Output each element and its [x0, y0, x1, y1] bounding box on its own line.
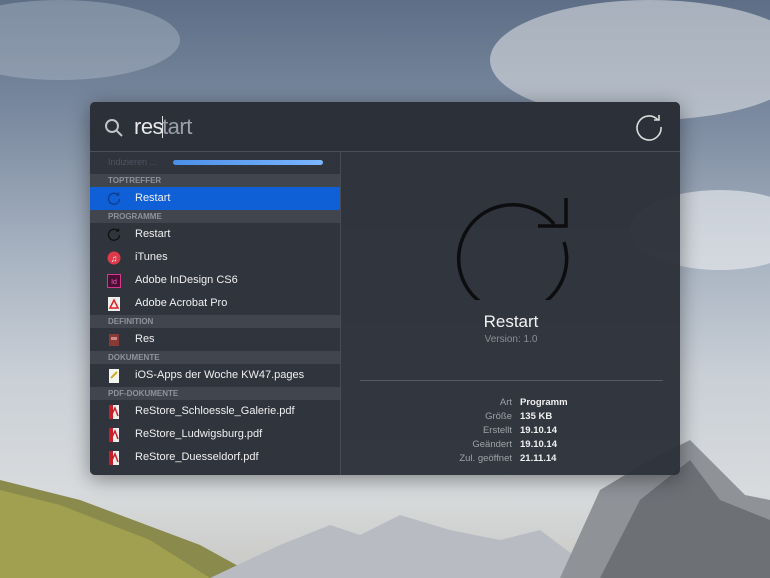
result-label: Restart: [135, 228, 171, 240]
preview-pane: Restart Version: 1.0 Art Programm Größe 135…: [342, 152, 680, 475]
result-item[interactable]: Restart: [90, 223, 340, 246]
indexing-label: Indizieren ...: [108, 157, 158, 167]
svg-text:♫: ♫: [111, 254, 118, 264]
search-bar[interactable]: restart: [90, 102, 680, 152]
autocomplete-text: tart: [162, 114, 192, 139]
result-label: Adobe InDesign CS6: [135, 274, 238, 286]
result-label: Restart: [135, 192, 171, 204]
result-item[interactable]: ReStore_Ludwigsburg.pdf: [90, 423, 340, 446]
result-item[interactable]: Id Adobe InDesign CS6: [90, 269, 340, 292]
result-label: Res: [135, 333, 155, 345]
indesign-icon: Id: [107, 274, 121, 288]
typed-text: res: [134, 114, 164, 139]
section-header: DEFINITION: [90, 315, 340, 328]
detail-key: Erstellt: [482, 425, 512, 436]
divider: [360, 380, 663, 381]
section-header: PDF-DOKUMENTE: [90, 387, 340, 400]
result-item[interactable]: Restart: [90, 187, 340, 210]
restart-icon: [107, 192, 121, 206]
preview-details: Art Programm Größe 135 KB Erstellt 19.10.14 Ge…: [342, 397, 680, 467]
result-label: ReStore_Schloessle_Galerie.pdf: [135, 405, 295, 417]
pdf-icon: [107, 428, 121, 442]
results-list: Indizieren ... TOPTREFFER Restart PROGRAMM…: [90, 152, 341, 475]
pages-doc-icon: [107, 369, 121, 383]
search-input[interactable]: restart: [134, 114, 192, 140]
detail-row: Zul. geöffnet 21.11.14: [342, 453, 680, 467]
detail-value: 19.10.14: [520, 425, 557, 436]
spotlight-window: restart Indizieren ... TOPTREFFER Restart…: [90, 102, 680, 475]
preview-version: Version: 1.0: [484, 334, 538, 345]
result-label: ReStore_Duesseldorf.pdf: [135, 451, 259, 463]
restart-app-icon-large: [456, 198, 569, 300]
detail-value: Programm: [520, 397, 568, 408]
result-label: ReStore_Ludwigsburg.pdf: [135, 428, 263, 440]
detail-value: 21.11.14: [520, 453, 557, 464]
detail-row: Art Programm: [342, 397, 680, 411]
detail-key: Art: [499, 397, 512, 408]
result-item[interactable]: iOS-Apps der Woche KW47.pages: [90, 364, 340, 387]
detail-key: Zul. geöffnet: [459, 453, 512, 464]
detail-row: Erstellt 19.10.14: [342, 425, 680, 439]
dictionary-icon: [107, 333, 121, 347]
indexing-progress-bar: [173, 160, 323, 165]
detail-row: Größe 135 KB: [342, 411, 680, 425]
preview-title: Restart: [483, 312, 539, 331]
pdf-icon: [107, 405, 121, 419]
result-item[interactable]: Res: [90, 328, 340, 351]
detail-key: Geändert: [472, 439, 512, 450]
svg-text:Id: Id: [111, 279, 117, 286]
search-icon: [105, 119, 123, 137]
detail-key: Größe: [485, 411, 512, 422]
result-label: Adobe Acrobat Pro: [135, 297, 228, 309]
result-item[interactable]: Adobe Acrobat Pro: [90, 292, 340, 315]
result-label: iTunes: [135, 251, 168, 263]
section-header: DOKUMENTE: [90, 351, 340, 364]
itunes-icon: ♫: [107, 251, 121, 265]
result-item[interactable]: ReStore_Duesseldorf.pdf: [90, 446, 340, 469]
detail-value: 19.10.14: [520, 439, 557, 450]
pdf-icon: [107, 451, 121, 465]
section-header: PROGRAMME: [90, 210, 340, 223]
restart-icon: [636, 115, 662, 141]
detail-row: Geändert 19.10.14: [342, 439, 680, 453]
result-item[interactable]: ReStore_Schloessle_Galerie.pdf: [90, 400, 340, 423]
acrobat-icon: [107, 297, 121, 311]
detail-value: 135 KB: [520, 411, 553, 422]
result-item[interactable]: ♫ iTunes: [90, 246, 340, 269]
restart-icon: [107, 228, 121, 242]
result-label: iOS-Apps der Woche KW47.pages: [135, 369, 305, 381]
section-header: TOPTREFFER: [90, 174, 340, 187]
indexing-status: Indizieren ...: [90, 152, 340, 174]
